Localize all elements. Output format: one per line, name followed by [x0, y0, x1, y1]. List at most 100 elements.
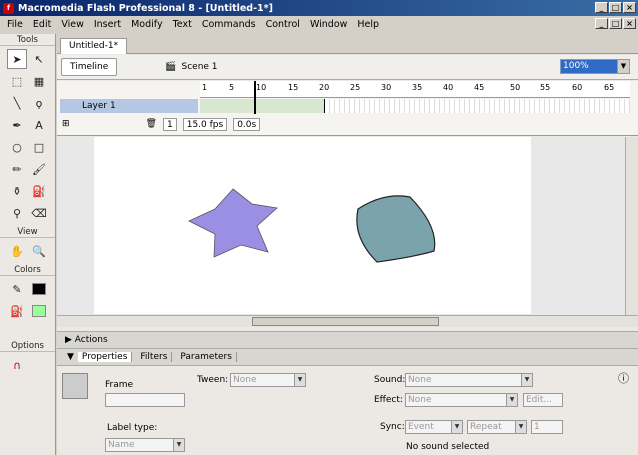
repeat-select[interactable]: Repeat ▼ — [467, 420, 527, 434]
edit-bar: Timeline 🎬 Scene 1 100% ▼ — [57, 55, 638, 80]
scroll-thumb[interactable] — [252, 317, 439, 326]
pen-tool-icon[interactable]: ✒ — [7, 115, 27, 135]
frame-track[interactable] — [200, 99, 630, 113]
tween-value: None — [233, 375, 257, 385]
ruler-label: 45 — [474, 83, 485, 92]
effect-label: Effect: — [374, 395, 403, 405]
ink-bottle-icon[interactable]: ⚱ — [7, 181, 27, 201]
snap-magnet-icon[interactable]: ∩ — [7, 355, 27, 375]
menu-text[interactable]: Text — [168, 19, 197, 30]
repeat-value: Repeat — [470, 422, 502, 432]
ruler-label: 10 — [256, 83, 267, 92]
chevron-down-icon: ▼ — [617, 60, 629, 73]
help-icon[interactable]: ⓘ — [618, 370, 629, 386]
document-tab[interactable]: Untitled-1* — [60, 38, 128, 54]
repeat-count[interactable]: 1 — [531, 420, 563, 434]
text-tool-icon[interactable]: A — [29, 115, 49, 135]
tools-title: Tools — [0, 34, 55, 46]
ruler-label: 30 — [381, 83, 392, 92]
actions-panel-header[interactable]: ▶ Actions — [57, 331, 638, 349]
blob-shape[interactable] — [356, 195, 436, 263]
vertical-scrollbar[interactable] — [625, 137, 638, 315]
paint-bucket-icon[interactable]: ⛽ — [29, 181, 49, 201]
frame-rate[interactable]: 15.0 fps — [182, 117, 228, 131]
sync-label: Sync: — [380, 422, 405, 432]
eraser-icon[interactable]: ⌫ — [29, 203, 49, 223]
effect-select[interactable]: None ▼ — [405, 393, 518, 407]
star-shape[interactable] — [188, 188, 278, 258]
tab-parameters[interactable]: Parameters — [176, 352, 237, 362]
timeline-status-bar: ⊞ 🗑 1 15.0 fps 0.0s — [57, 116, 638, 132]
hand-tool-icon[interactable]: ✋ — [7, 241, 27, 261]
ruler-label: 40 — [443, 83, 454, 92]
fill-swatch[interactable] — [29, 301, 49, 321]
label-type-value: Name — [108, 440, 135, 450]
fill-color-icon[interactable]: ⛽ — [7, 301, 27, 321]
layer-row[interactable]: Layer 1 — [60, 99, 198, 113]
maximize-button[interactable]: □ — [609, 2, 622, 13]
effect-value: None — [408, 395, 432, 405]
delete-layer-icon[interactable]: 🗑 — [146, 119, 157, 129]
menu-window[interactable]: Window — [305, 19, 352, 30]
zoom-select[interactable]: 100% ▼ — [560, 59, 630, 74]
menu-commands[interactable]: Commands — [197, 19, 261, 30]
document-area: Untitled-1* Timeline 🎬 Scene 1 100% ▼ 1 … — [57, 34, 638, 455]
doc-minimize-button[interactable]: _ — [595, 18, 608, 29]
sound-status: No sound selected — [406, 442, 490, 452]
eyedropper-icon[interactable]: ⚲ — [7, 203, 27, 223]
menu-modify[interactable]: Modify — [126, 19, 167, 30]
window-title: Macromedia Flash Professional 8 - [Untit… — [18, 2, 273, 14]
ruler-label: 55 — [540, 83, 551, 92]
stage[interactable] — [94, 137, 531, 314]
menu-edit[interactable]: Edit — [28, 19, 56, 30]
doc-restore-button[interactable]: □ — [609, 18, 622, 29]
sync-select[interactable]: Event ▼ — [405, 420, 463, 434]
rectangle-tool-icon[interactable]: □ — [29, 137, 49, 157]
gradient-transform-icon[interactable]: ▦ — [29, 71, 49, 91]
menu-help[interactable]: Help — [352, 19, 384, 30]
label-type-select[interactable]: Name ▼ — [105, 438, 185, 452]
doc-close-button[interactable]: × — [623, 18, 636, 29]
menu-view[interactable]: View — [56, 19, 89, 30]
ruler-label: 5 — [229, 83, 235, 92]
zoom-tool-icon[interactable]: 🔍 — [29, 241, 49, 261]
oval-tool-icon[interactable]: ○ — [7, 137, 27, 157]
stroke-swatch[interactable] — [29, 279, 49, 299]
layer-name: Layer 1 — [82, 101, 116, 111]
menu-bar: File Edit View Insert Modify Text Comman… — [0, 16, 638, 32]
elapsed-time: 0.0s — [233, 117, 261, 131]
tab-filters[interactable]: Filters — [136, 352, 173, 362]
sound-select[interactable]: None ▼ — [405, 373, 533, 387]
tween-select[interactable]: None ▼ — [230, 373, 306, 387]
stroke-color-icon[interactable]: ✎ — [7, 279, 27, 299]
pencil-tool-icon[interactable]: ✏ — [7, 159, 27, 179]
arrow-tool-icon[interactable]: ➤ — [7, 49, 27, 69]
label-type-label: Label type: — [107, 423, 158, 433]
horizontal-scrollbar[interactable] — [57, 315, 638, 327]
subselect-tool-icon[interactable]: ↖ — [29, 49, 49, 69]
frame-ruler[interactable]: 1 5 10 15 20 25 30 35 40 45 50 55 60 65 — [200, 81, 630, 98]
timeline-toggle-button[interactable]: Timeline — [61, 58, 118, 76]
close-button[interactable]: × — [623, 2, 636, 13]
menu-insert[interactable]: Insert — [89, 19, 126, 30]
ruler-label: 35 — [412, 83, 423, 92]
collapse-icon[interactable]: ▼ — [67, 352, 74, 362]
brush-tool-icon[interactable]: 🖌 — [29, 159, 49, 179]
tween-label: Tween: — [197, 375, 229, 385]
minimize-button[interactable]: _ — [595, 2, 608, 13]
chevron-down-icon: ▼ — [173, 439, 184, 451]
menu-file[interactable]: File — [2, 19, 28, 30]
ruler-label: 25 — [350, 83, 361, 92]
tab-properties[interactable]: Properties — [77, 352, 133, 362]
free-transform-icon[interactable]: ⬚ — [7, 71, 27, 91]
playhead[interactable] — [254, 81, 256, 114]
insert-layer-icon[interactable]: ⊞ — [62, 119, 70, 129]
scene-breadcrumb[interactable]: 🎬 Scene 1 — [165, 62, 217, 72]
lasso-tool-icon[interactable]: ϙ — [29, 93, 49, 113]
edit-button[interactable]: Edit... — [523, 393, 563, 407]
frame-label-input[interactable] — [105, 393, 185, 407]
properties-tabs: ▼ Properties Filters Parameters — [57, 349, 638, 365]
line-tool-icon[interactable]: ╲ — [7, 93, 27, 113]
menu-control[interactable]: Control — [261, 19, 305, 30]
colors-title: Colors — [0, 264, 55, 276]
